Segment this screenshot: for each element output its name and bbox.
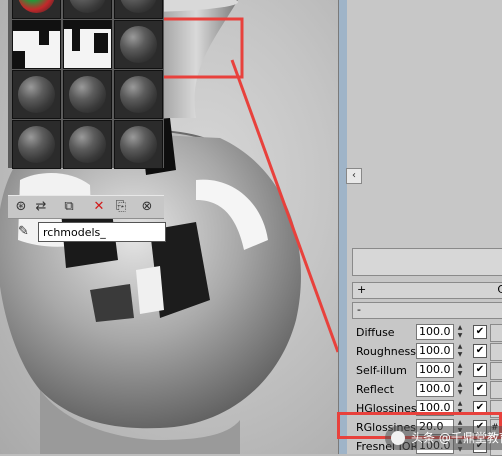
map-button[interactable]: [490, 343, 502, 361]
material-slot-7[interactable]: [12, 70, 61, 119]
material-slot-11[interactable]: [63, 120, 112, 169]
param-label: Reflect: [356, 383, 394, 396]
param-label: Diffuse: [356, 326, 395, 339]
param-checkbox[interactable]: ✔: [473, 325, 487, 339]
panel-edge: [339, 0, 347, 454]
material-slot-9[interactable]: [114, 70, 163, 119]
param-label: Roughness: [356, 345, 417, 358]
watermark-text: 头条 @千鼎堂教育: [411, 431, 502, 445]
material-slot-grid: [8, 0, 164, 169]
eyedropper-icon[interactable]: ✎: [18, 224, 34, 240]
get-material-icon[interactable]: ⊛: [12, 198, 30, 216]
material-name-field[interactable]: rchmodels_: [38, 222, 166, 242]
material-slot-2[interactable]: [63, 0, 112, 19]
rollout-tail-label: C: [497, 283, 502, 296]
assign-icon[interactable]: ⧉: [60, 198, 78, 216]
material-slot-10[interactable]: [12, 120, 61, 169]
spinner-icon[interactable]: ▲▼: [456, 381, 464, 397]
watermark-logo-icon: [391, 431, 405, 445]
param-value-field[interactable]: 100.0: [416, 381, 454, 397]
material-slot-1[interactable]: [12, 0, 61, 19]
param-value-field[interactable]: 100.0: [416, 343, 454, 359]
rollout-collapsed[interactable]: + C: [352, 282, 502, 299]
make-unique-icon[interactable]: ⊗: [138, 198, 156, 216]
map-button[interactable]: [490, 324, 502, 342]
material-slot-3[interactable]: [114, 0, 163, 19]
rollout-expand-sign: +: [357, 283, 367, 296]
rollout-expanded[interactable]: -: [352, 302, 502, 319]
material-slot-12[interactable]: [114, 120, 163, 169]
material-toolbar: ⊛ ⇄ ⧉ ✕ ⎘ ⊗: [8, 195, 164, 219]
put-to-scene-icon[interactable]: ⇄: [32, 198, 50, 216]
material-name-row: ✎ rchmodels_: [8, 220, 166, 244]
param-value-field[interactable]: 100.0: [416, 362, 454, 378]
material-slot-4[interactable]: [12, 20, 61, 69]
spinner-icon[interactable]: ▲▼: [456, 324, 464, 340]
map-button[interactable]: [490, 362, 502, 380]
param-value-field[interactable]: 100.0: [416, 324, 454, 340]
rollout-collapse-sign: -: [357, 303, 361, 316]
material-slot-6[interactable]: [114, 20, 163, 69]
material-slot-8[interactable]: [63, 70, 112, 119]
material-type-area: [352, 248, 502, 276]
param-row-diffuse: Diffuse 100.0 ▲ ▼ ✔: [350, 323, 502, 342]
param-row-roughness: Roughness 100.0 ▲ ▼ ✔: [350, 342, 502, 361]
spinner-icon[interactable]: ▲▼: [456, 362, 464, 378]
param-row-self-illum: Self-illum 100.0 ▲ ▼ ✔: [350, 361, 502, 380]
copy-icon[interactable]: ⎘: [112, 198, 130, 216]
map-button[interactable]: [490, 381, 502, 399]
param-checkbox[interactable]: ✔: [473, 382, 487, 396]
param-checkbox[interactable]: ✔: [473, 363, 487, 377]
param-row-reflect: Reflect 100.0 ▲ ▼ ✔: [350, 380, 502, 399]
material-slot-5[interactable]: [63, 20, 112, 69]
param-checkbox[interactable]: ✔: [473, 344, 487, 358]
slot-scroll-left-button[interactable]: ‹: [346, 168, 362, 184]
param-label: Self-illum: [356, 364, 407, 377]
delete-icon[interactable]: ✕: [90, 198, 108, 216]
spinner-icon[interactable]: ▲▼: [456, 343, 464, 359]
watermark: 头条 @千鼎堂教育: [385, 426, 502, 450]
